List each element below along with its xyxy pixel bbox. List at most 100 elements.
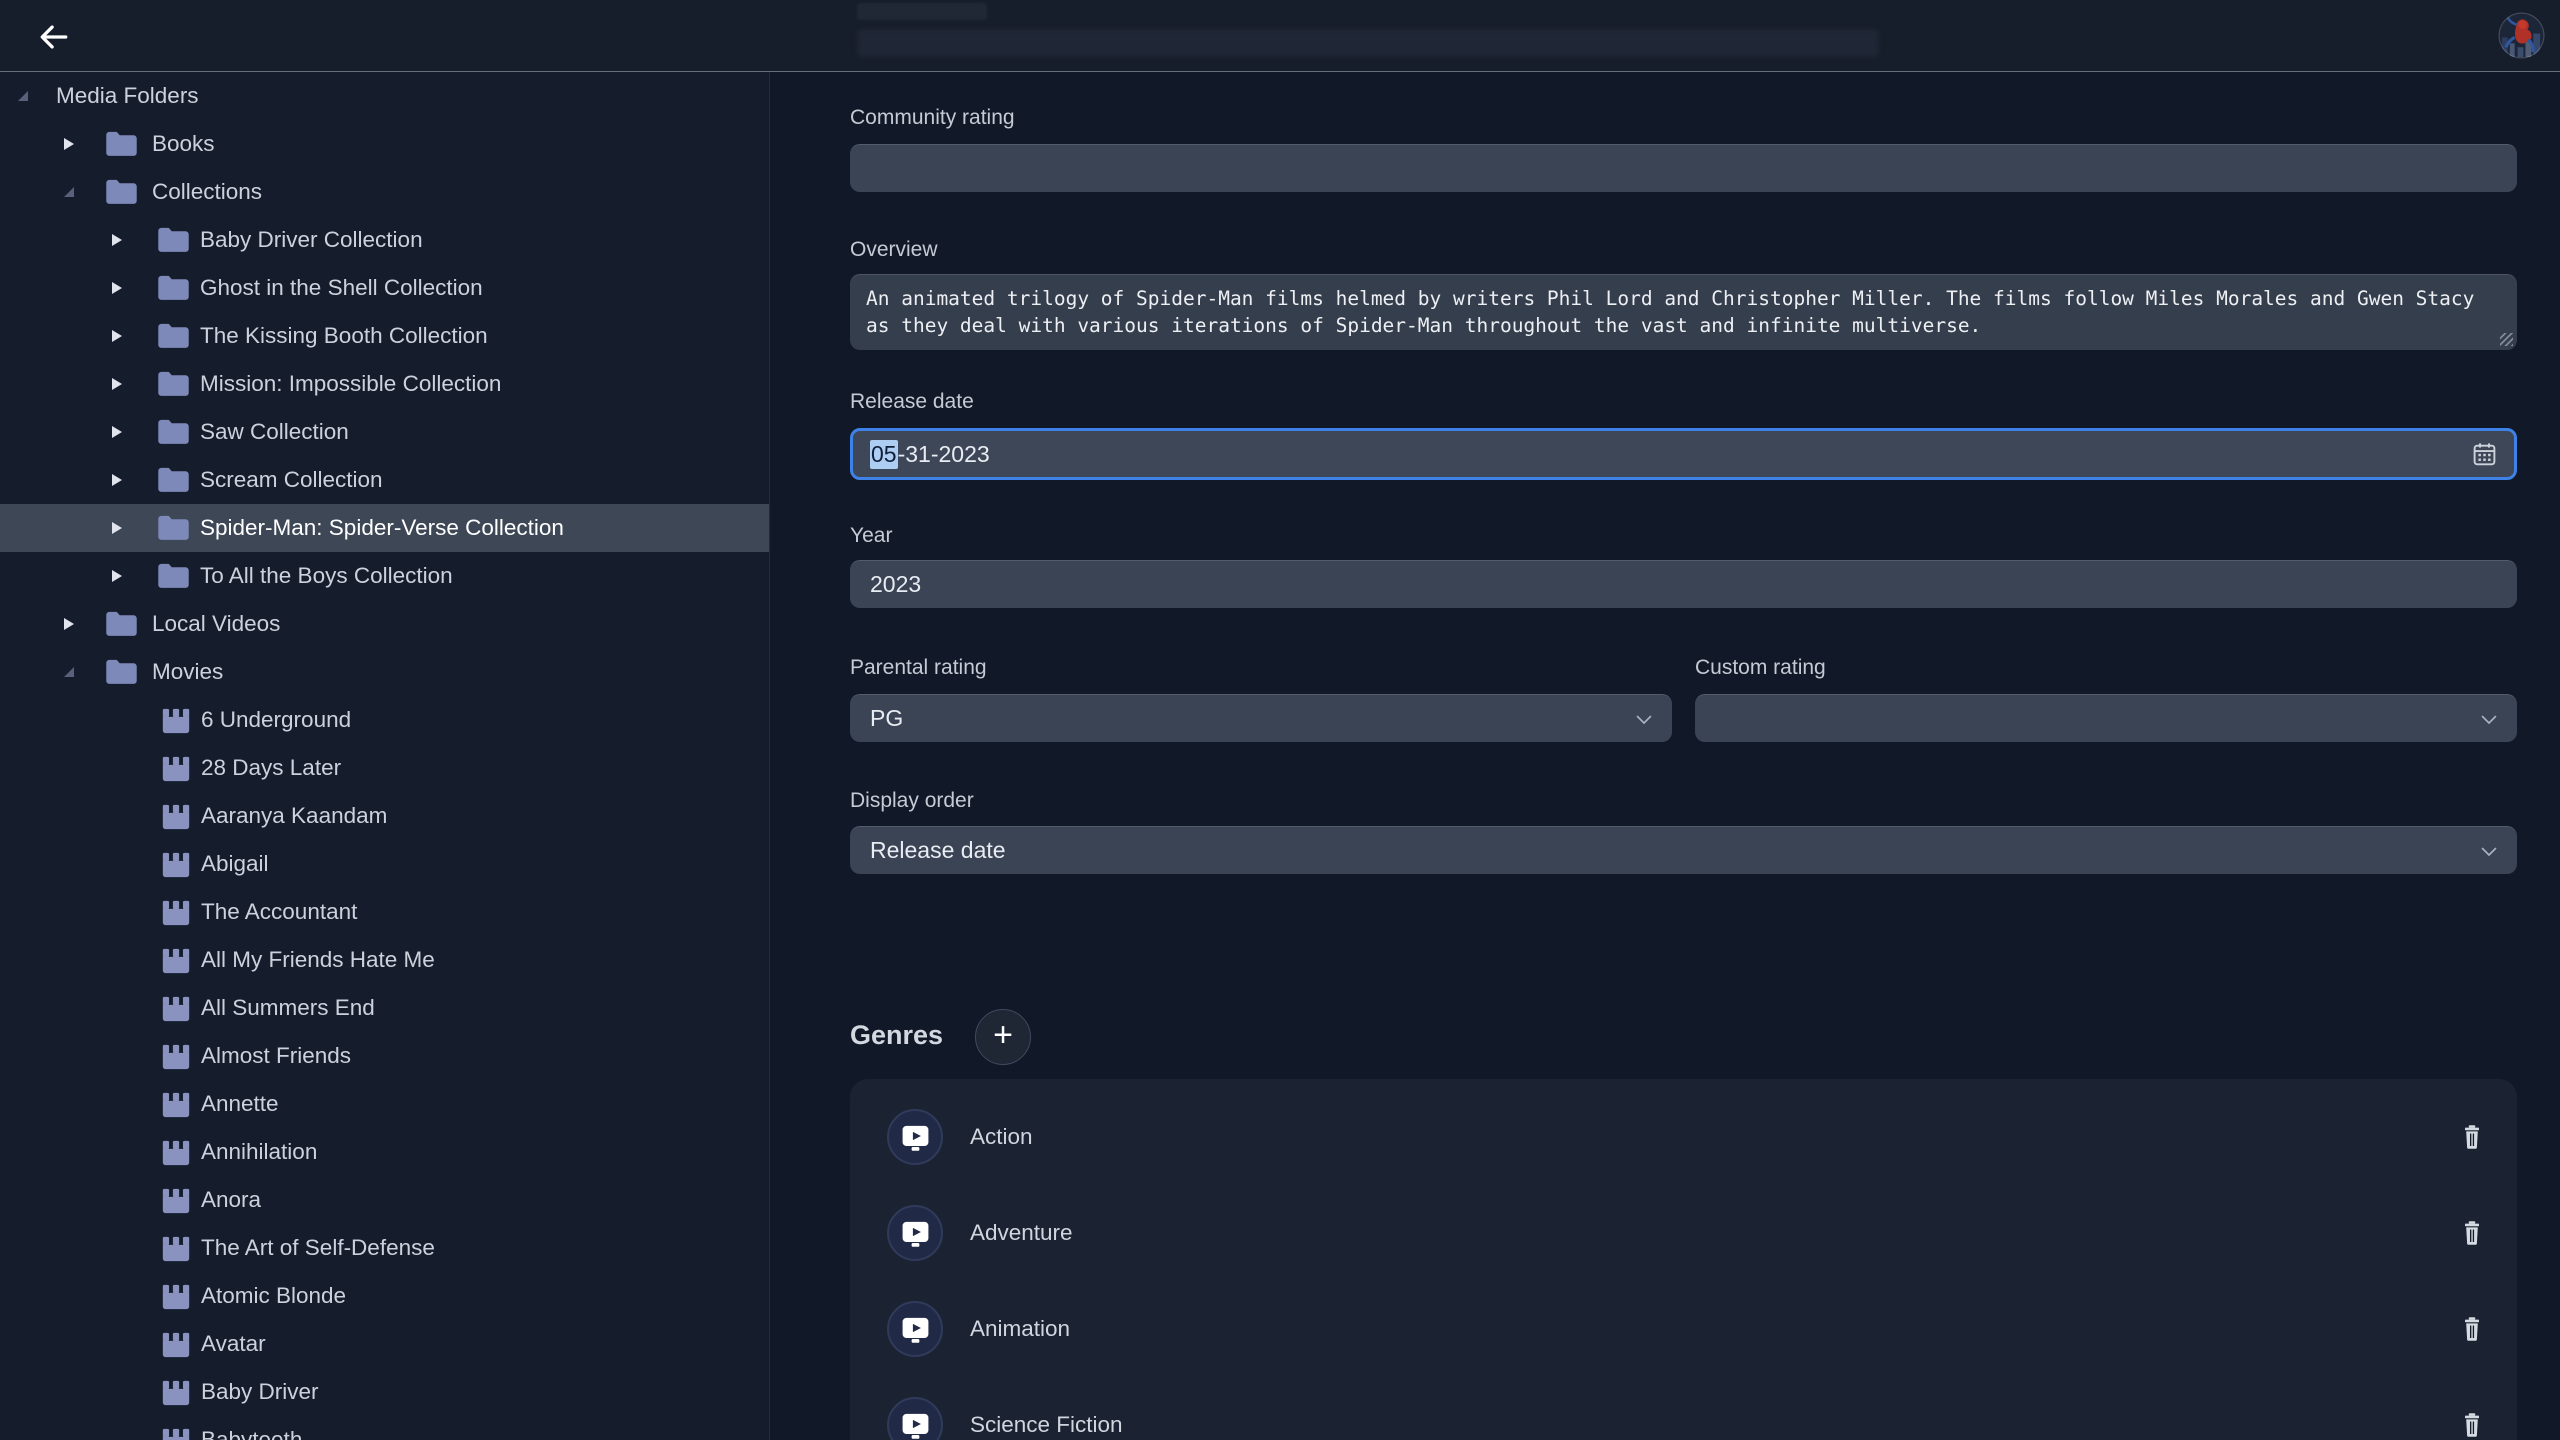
genre-row-action: Action [850, 1089, 2517, 1185]
sidebar-item-scream-collection[interactable]: Scream Collection [0, 456, 769, 504]
add-genre-button[interactable]: + [975, 1009, 1031, 1065]
movie-icon [160, 1330, 192, 1359]
collapse-icon[interactable] [64, 667, 74, 677]
sidebar-item-ghost-in-the-shell-collection[interactable]: Ghost in the Shell Collection [0, 264, 769, 312]
sidebar-item-babyteeth[interactable]: Babyteeth [0, 1416, 769, 1440]
movie-badge-icon [887, 1109, 943, 1165]
movie-icon [160, 850, 192, 879]
sidebar-item-the-art-of-self-defense[interactable]: The Art of Self-Defense [0, 1224, 769, 1272]
user-avatar[interactable] [2498, 12, 2545, 59]
custom-rating-label: Custom rating [1695, 656, 1826, 682]
sidebar-item-label: Books [152, 131, 215, 157]
delete-genre-button[interactable] [2460, 1412, 2484, 1439]
folder-icon [156, 274, 191, 303]
plus-icon: + [993, 1016, 1013, 1055]
sidebar-item-28-days-later[interactable]: 28 Days Later [0, 744, 769, 792]
release-date-label: Release date [850, 390, 974, 416]
sidebar-item-mission-impossible-collection[interactable]: Mission: Impossible Collection [0, 360, 769, 408]
sidebar-item-6-underground[interactable]: 6 Underground [0, 696, 769, 744]
overview-textarea[interactable]: An animated trilogy of Spider-Man films … [850, 274, 2517, 350]
movie-icon [160, 898, 192, 927]
sidebar-item-local-videos[interactable]: Local Videos [0, 600, 769, 648]
custom-rating-select[interactable] [1695, 694, 2517, 742]
expand-icon[interactable] [64, 138, 74, 150]
movie-icon [160, 1090, 192, 1119]
scrolled-content-ghost [857, 29, 1879, 57]
calendar-icon[interactable] [2471, 441, 2498, 468]
expand-icon[interactable] [112, 234, 122, 246]
genre-label: Animation [970, 1316, 1070, 1342]
movie-icon [160, 1378, 192, 1407]
sidebar-item-avatar[interactable]: Avatar [0, 1320, 769, 1368]
genre-row-science-fiction: Science Fiction [850, 1377, 2517, 1440]
sidebar-item-almost-friends[interactable]: Almost Friends [0, 1032, 769, 1080]
movie-icon [160, 802, 192, 831]
sidebar-item-label: Baby Driver [201, 1379, 319, 1405]
sidebar-item-baby-driver-collection[interactable]: Baby Driver Collection [0, 216, 769, 264]
sidebar-item-label: Scream Collection [200, 467, 383, 493]
sidebar-item-annette[interactable]: Annette [0, 1080, 769, 1128]
folder-icon [156, 370, 191, 399]
delete-genre-button[interactable] [2460, 1316, 2484, 1343]
release-date-input[interactable]: 05-31-2023 [850, 428, 2517, 480]
sidebar-item-baby-driver[interactable]: Baby Driver [0, 1368, 769, 1416]
sidebar-item-label: Spider-Man: Spider-Verse Collection [200, 515, 564, 541]
display-order-label: Display order [850, 789, 974, 815]
expand-icon[interactable] [112, 474, 122, 486]
sidebar-item-abigail[interactable]: Abigail [0, 840, 769, 888]
collapse-icon[interactable] [18, 91, 28, 101]
sidebar-item-label: Saw Collection [200, 419, 349, 445]
sidebar-item-all-summers-end[interactable]: All Summers End [0, 984, 769, 1032]
sidebar-item-label: Anora [201, 1187, 261, 1213]
back-button[interactable] [36, 20, 70, 54]
sidebar-item-label: Avatar [201, 1331, 266, 1357]
movie-badge-icon [887, 1205, 943, 1261]
expand-icon[interactable] [112, 378, 122, 390]
expand-icon[interactable] [112, 426, 122, 438]
date-rest: -31-2023 [898, 441, 990, 468]
folder-icon [156, 466, 191, 495]
sidebar-item-spider-man-spider-verse-collection[interactable]: Spider-Man: Spider-Verse Collection [0, 504, 769, 552]
chevron-down-icon [2477, 707, 2501, 731]
sidebar-item-atomic-blonde[interactable]: Atomic Blonde [0, 1272, 769, 1320]
sidebar-item-aaranya-kaandam[interactable]: Aaranya Kaandam [0, 792, 769, 840]
delete-genre-button[interactable] [2460, 1124, 2484, 1151]
sidebar-item-label: Abigail [201, 851, 269, 877]
movie-icon [160, 994, 192, 1023]
sidebar-item-label: All Summers End [201, 995, 375, 1021]
sidebar-item-movies[interactable]: Movies [0, 648, 769, 696]
sidebar-item-label: Annette [201, 1091, 279, 1117]
expand-icon[interactable] [112, 282, 122, 294]
sidebar-item-annihilation[interactable]: Annihilation [0, 1128, 769, 1176]
parental-rating-select[interactable]: PG [850, 694, 1672, 742]
expand-icon[interactable] [112, 522, 122, 534]
delete-genre-button[interactable] [2460, 1220, 2484, 1247]
sidebar-item-anora[interactable]: Anora [0, 1176, 769, 1224]
sidebar-item-label: The Art of Self-Defense [201, 1235, 435, 1261]
display-order-select[interactable]: Release date [850, 826, 2517, 874]
sidebar-item-media-folders[interactable]: Media Folders [0, 72, 769, 120]
year-input[interactable]: 2023 [850, 560, 2517, 608]
collapse-icon[interactable] [64, 187, 74, 197]
genres-list: ActionAdventureAnimationScience Fiction [850, 1079, 2517, 1440]
movie-icon [160, 1138, 192, 1167]
sidebar-item-all-my-friends-hate-me[interactable]: All My Friends Hate Me [0, 936, 769, 984]
movie-icon [160, 1234, 192, 1263]
sidebar-item-saw-collection[interactable]: Saw Collection [0, 408, 769, 456]
sidebar-item-to-all-the-boys-collection[interactable]: To All the Boys Collection [0, 552, 769, 600]
expand-icon[interactable] [64, 618, 74, 630]
expand-icon[interactable] [112, 330, 122, 342]
genres-heading: Genres [850, 1020, 943, 1051]
expand-icon[interactable] [112, 570, 122, 582]
folder-icon [156, 514, 191, 543]
sidebar-item-the-accountant[interactable]: The Accountant [0, 888, 769, 936]
sidebar-item-collections[interactable]: Collections [0, 168, 769, 216]
sidebar-item-books[interactable]: Books [0, 120, 769, 168]
folder-icon [104, 658, 139, 687]
movie-icon [160, 1282, 192, 1311]
chevron-down-icon [2477, 839, 2501, 863]
folder-icon [156, 562, 191, 591]
overview-label: Overview [850, 238, 938, 264]
community-rating-input[interactable] [850, 144, 2517, 192]
sidebar-item-the-kissing-booth-collection[interactable]: The Kissing Booth Collection [0, 312, 769, 360]
